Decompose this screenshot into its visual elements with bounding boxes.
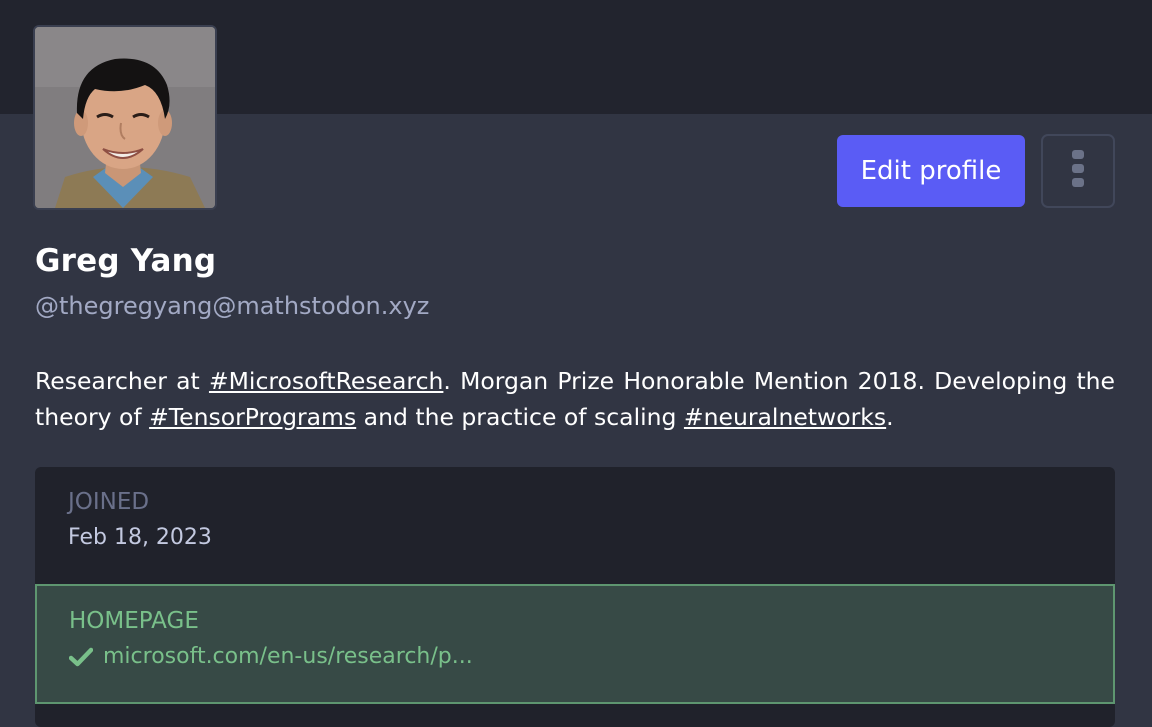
vertical-ellipsis-icon xyxy=(1071,149,1085,193)
bio-text: and the practice of scaling xyxy=(356,403,684,431)
homepage-field: HOMEPAGE microsoft.com/en-us/research/p.… xyxy=(35,584,1115,704)
homepage-label: HOMEPAGE xyxy=(69,608,199,634)
more-options-button[interactable] xyxy=(1041,134,1115,208)
homepage-link[interactable]: microsoft.com/en-us/research/p... xyxy=(103,644,473,669)
bio-text: Researcher at xyxy=(35,367,209,395)
hashtag-link-neuralnetworks[interactable]: #neuralnetworks xyxy=(684,403,886,431)
profile-bio: Researcher at #MicrosoftResearch. Morgan… xyxy=(35,363,1115,435)
profile-fields: JOINED Feb 18, 2023 HOMEPAGE microsoft.c… xyxy=(35,467,1115,727)
hashtag-link-tensorprograms[interactable]: #TensorPrograms xyxy=(149,403,356,431)
joined-date: Feb 18, 2023 xyxy=(68,525,212,550)
avatar[interactable] xyxy=(33,25,217,210)
account-handle: @thegregyang@mathstodon.xyz xyxy=(35,292,430,320)
check-icon xyxy=(69,647,93,667)
joined-field: JOINED Feb 18, 2023 xyxy=(35,467,1115,584)
hashtag-link-microsoftresearch[interactable]: #MicrosoftResearch xyxy=(209,367,443,395)
joined-label: JOINED xyxy=(68,489,150,515)
bio-text: . xyxy=(886,403,894,431)
display-name: Greg Yang xyxy=(35,243,217,279)
edit-profile-button[interactable]: Edit profile xyxy=(837,135,1025,207)
homepage-value: microsoft.com/en-us/research/p... xyxy=(69,644,1113,669)
